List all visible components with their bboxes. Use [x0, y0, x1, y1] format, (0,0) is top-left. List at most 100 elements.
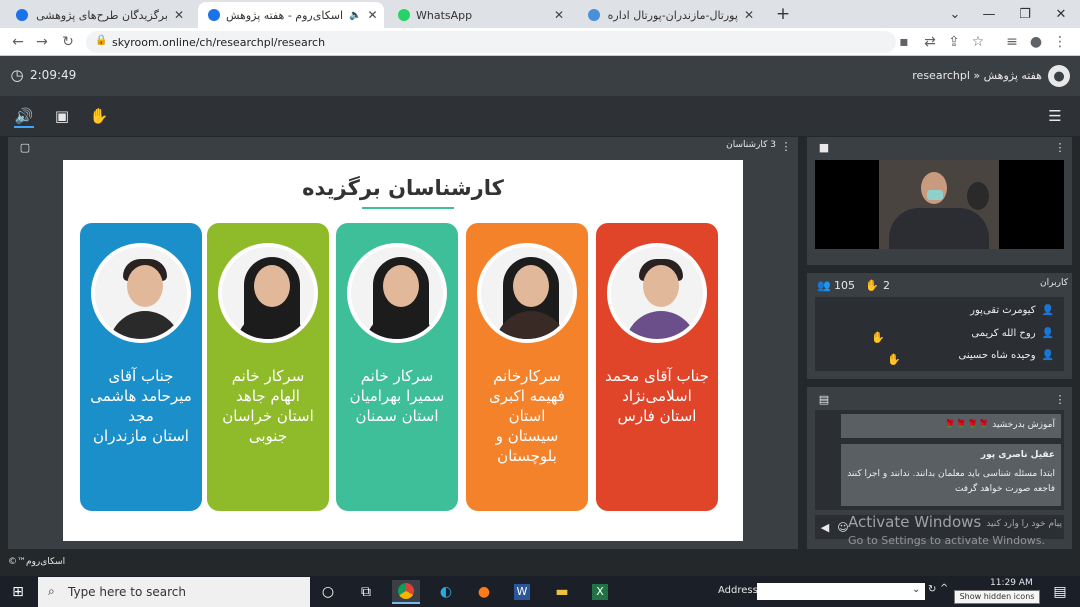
video-person — [889, 208, 989, 249]
expert-text-line: سمیرا بهرامیان — [349, 387, 445, 405]
presentation-title: 3 کارشناسان — [726, 140, 776, 150]
gear-icon — [16, 9, 28, 21]
chat-message: آموزش بدرخشید 🌹🌹🌹🌹 — [841, 414, 1061, 438]
speaker-icon[interactable]: 🔈 — [349, 10, 361, 21]
refresh-icon[interactable]: ↻ — [928, 584, 936, 595]
user-icon: 👤 — [1041, 327, 1054, 339]
list-item[interactable]: 👤 وحیده شاه حسینی — [815, 344, 1064, 366]
menu-dots-icon[interactable]: ⋮ — [1050, 32, 1070, 52]
close-icon[interactable]: ✕ — [744, 8, 754, 22]
expert-text-line: سیستان و — [495, 427, 559, 445]
session-timer: 2:09:49 — [30, 68, 77, 82]
video-feed — [815, 160, 1064, 249]
excel-icon[interactable]: X — [586, 580, 614, 604]
back-icon[interactable]: ← — [8, 32, 28, 52]
taskbar-search[interactable]: ⌕ Type here to search — [38, 577, 310, 607]
address-bar[interactable]: 🔒 skyroom.online/ch/researchpl/research — [86, 31, 896, 53]
firefox-icon[interactable]: ● — [470, 580, 498, 604]
user-name: کیومرث تقی‌پور — [970, 304, 1036, 316]
user-count: 105 — [834, 279, 855, 292]
chevron-up-icon[interactable]: ^ — [940, 583, 948, 594]
windows-start-icon[interactable]: ⊞ — [4, 580, 32, 604]
tab-research-winners[interactable]: برگزیدگان طرح‌های پژوهشی و فعالا ✕ — [6, 2, 194, 28]
expert-text-line: الهام جاهد — [236, 387, 300, 405]
skyroom-footer — [0, 554, 1080, 576]
profile-avatar-icon[interactable]: ● — [1026, 32, 1046, 52]
users-icon: 👥 — [817, 278, 831, 292]
expert-card: جناب آقای محمد اسلامی‌نژاد استان فارس — [596, 223, 718, 511]
camera-icon[interactable]: ▪ — [894, 32, 914, 52]
task-view-icon[interactable]: ⧉ — [352, 580, 380, 604]
breadcrumb[interactable]: researchpl » هفته پژوهش — [880, 69, 1042, 82]
expert-text-line: میرحامد هاشمی — [90, 387, 192, 405]
list-item[interactable]: 👤 روح الله کریمی — [815, 322, 1064, 344]
expert-text-line: استان فارس — [617, 407, 697, 425]
word-icon[interactable]: W — [508, 580, 536, 604]
reading-list-icon[interactable]: ≡ — [1002, 32, 1022, 52]
user-avatar-icon[interactable]: ● — [1048, 65, 1070, 87]
expert-card: جناب آقای میرحامد هاشمی مجد استان مازندران — [80, 223, 202, 511]
screen-share-icon[interactable]: ▣ — [52, 106, 72, 126]
panel-menu-icon[interactable]: ⋮ — [780, 139, 792, 153]
chevron-down-icon[interactable]: ⌄ — [912, 584, 920, 595]
footer-brand[interactable]: ©™اسکای‌روم — [8, 557, 65, 567]
edge-icon[interactable]: ◐ — [432, 580, 460, 604]
translate-icon[interactable]: ⇄ — [920, 32, 940, 52]
tab-portal[interactable]: پورتال-مازندران-پورتال اداره کل کتابه ✕ — [578, 2, 764, 28]
user-icon: 👤 — [1041, 304, 1054, 316]
bookmark-star-icon[interactable]: ☆ — [968, 32, 988, 52]
tab-label: WhatsApp — [416, 8, 473, 22]
system-time: 11:29 AM — [990, 578, 1033, 588]
maximize-icon[interactable]: ❐ — [1008, 0, 1042, 28]
expert-text-line: استان خراسان — [222, 407, 314, 425]
search-placeholder: Type here to search — [68, 585, 186, 599]
file-explorer-icon[interactable]: ▬ — [548, 580, 576, 604]
send-icon[interactable]: ◀ — [818, 519, 832, 535]
tab-skyroom[interactable]: اسکای‌روم - هفته پژوهش 🔈 ✕ — [198, 2, 384, 28]
expert-info: سرکارخانم فهیمه اکبری استان سیستان و بلوچستا… — [470, 367, 584, 467]
fullscreen-icon[interactable]: ▢ — [18, 140, 32, 154]
expert-text-line: سرکار خانم — [231, 367, 305, 385]
notification-icon[interactable]: ▤ — [1046, 580, 1074, 604]
hand-raised-icon: ✋ — [871, 330, 885, 344]
close-icon[interactable]: ✕ — [174, 8, 184, 22]
video-frame — [879, 160, 999, 249]
speaker-icon[interactable]: 🔊 — [14, 106, 34, 126]
expert-photo — [607, 243, 707, 343]
active-indicator — [14, 126, 34, 128]
expert-text-line: جناب آقای محمد — [605, 367, 709, 385]
panel-menu-icon[interactable]: ⋮ — [1054, 139, 1066, 155]
user-name: وحیده شاه حسینی — [958, 349, 1036, 361]
expert-info: جناب آقای محمد اسلامی‌نژاد استان فارس — [600, 367, 714, 427]
address-toolbar-input[interactable] — [757, 583, 925, 600]
share-icon[interactable]: ⇪ — [944, 32, 964, 52]
expert-card: سرکار خانم سمیرا بهرامیان استان سمنان — [336, 223, 458, 511]
activate-windows-subtitle: Go to Settings to activate Windows. — [848, 534, 1046, 547]
reload-icon[interactable]: ↻ — [58, 32, 78, 52]
lock-icon: 🔒 — [95, 35, 108, 46]
close-icon[interactable]: ✕ — [368, 8, 378, 22]
raise-hand-icon[interactable]: ✋ — [89, 106, 109, 126]
search-icon: ⌕ — [48, 584, 55, 598]
tab-search-icon[interactable]: ⌄ — [938, 0, 972, 28]
tab-whatsapp[interactable]: WhatsApp ✕ — [388, 2, 574, 28]
shirt — [109, 311, 181, 339]
hamburger-menu-icon[interactable]: ☰ — [1045, 106, 1065, 126]
close-window-icon[interactable]: ✕ — [1044, 0, 1078, 28]
chrome-icon[interactable] — [392, 580, 420, 604]
expert-photo — [218, 243, 318, 343]
list-item[interactable]: 👤 کیومرث تقی‌پور — [815, 299, 1064, 321]
close-icon[interactable]: ✕ — [554, 8, 564, 22]
expert-info: سرکار خانم الهام جاهد استان خراسان جنوبی — [211, 367, 325, 447]
panel-menu-icon[interactable]: ⋮ — [1054, 391, 1066, 407]
video-person-2 — [967, 182, 989, 210]
minimize-icon[interactable]: — — [972, 0, 1006, 28]
tab-label: اسکای‌روم - هفته پژوهش — [226, 8, 344, 22]
forward-icon[interactable]: → — [32, 32, 52, 52]
cortana-icon[interactable]: ○ — [314, 580, 342, 604]
chat-sender: عقیل ناصری پور — [980, 450, 1055, 460]
expert-text-line: استان مازندران — [93, 427, 189, 445]
new-tab-button[interactable]: + — [766, 0, 800, 28]
chat-icon: ▤ — [818, 392, 830, 406]
face — [127, 265, 163, 307]
